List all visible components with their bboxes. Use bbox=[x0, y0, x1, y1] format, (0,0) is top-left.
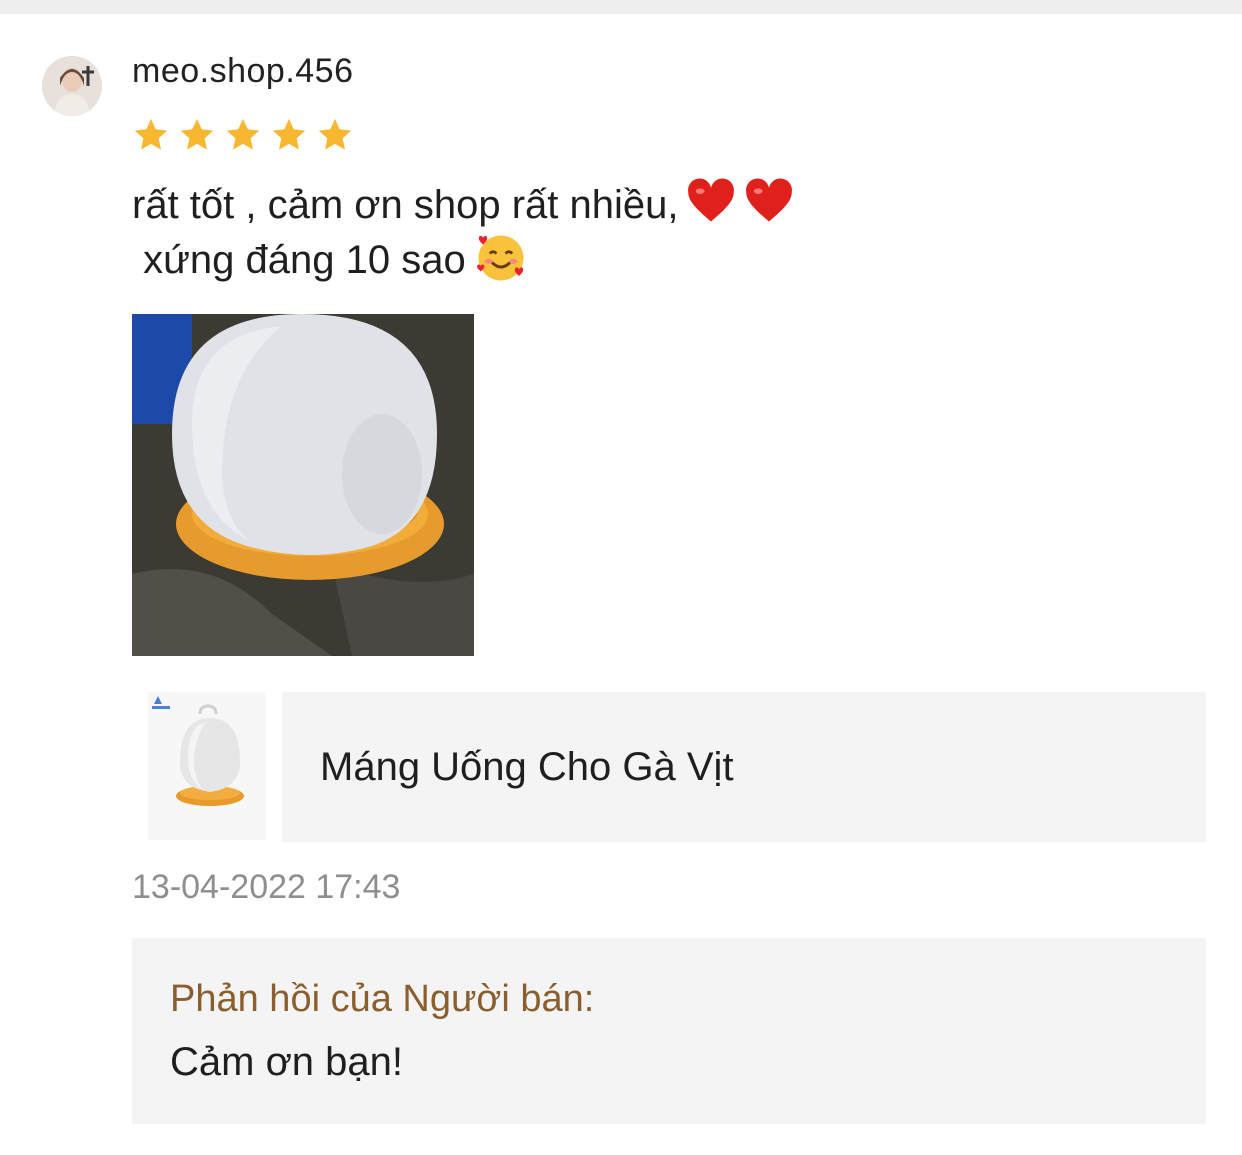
heart-emoji-icon bbox=[745, 178, 792, 222]
product-card[interactable]: Máng Uống Cho Gà Vịt bbox=[282, 692, 1206, 842]
reviewer-username[interactable]: meo.shop.456 bbox=[132, 52, 354, 91]
product-name: Máng Uống Cho Gà Vịt bbox=[320, 744, 734, 789]
review-comment: rất tốt , cảm ơn shop rất nhiều, xứng đá… bbox=[132, 176, 795, 286]
smiling-face-with-hearts-emoji-icon bbox=[476, 235, 524, 281]
rating-stars bbox=[132, 116, 354, 154]
seller-reply-title: Phản hồi của Người bán: bbox=[170, 978, 595, 1020]
review-timestamp: 13-04-2022 17:43 bbox=[132, 868, 401, 906]
review-photo[interactable] bbox=[132, 314, 474, 656]
top-divider bbox=[0, 0, 1242, 14]
seller-reply-box: Phản hồi của Người bán: Cảm ơn bạn! bbox=[132, 938, 1206, 1124]
star-icon bbox=[318, 118, 352, 150]
avatar[interactable] bbox=[42, 56, 102, 116]
comment-line-1: rất tốt , cảm ơn shop rất nhiều, bbox=[132, 183, 679, 227]
star-icon bbox=[180, 118, 214, 150]
heart-emoji-icon bbox=[687, 178, 734, 222]
seller-reply-text: Cảm ơn bạn! bbox=[170, 1040, 404, 1084]
product-thumbnail[interactable] bbox=[148, 692, 266, 840]
star-icon bbox=[272, 118, 306, 150]
star-icon bbox=[134, 118, 168, 150]
star-icon bbox=[226, 118, 260, 150]
comment-line-2: xứng đáng 10 sao bbox=[132, 238, 466, 282]
